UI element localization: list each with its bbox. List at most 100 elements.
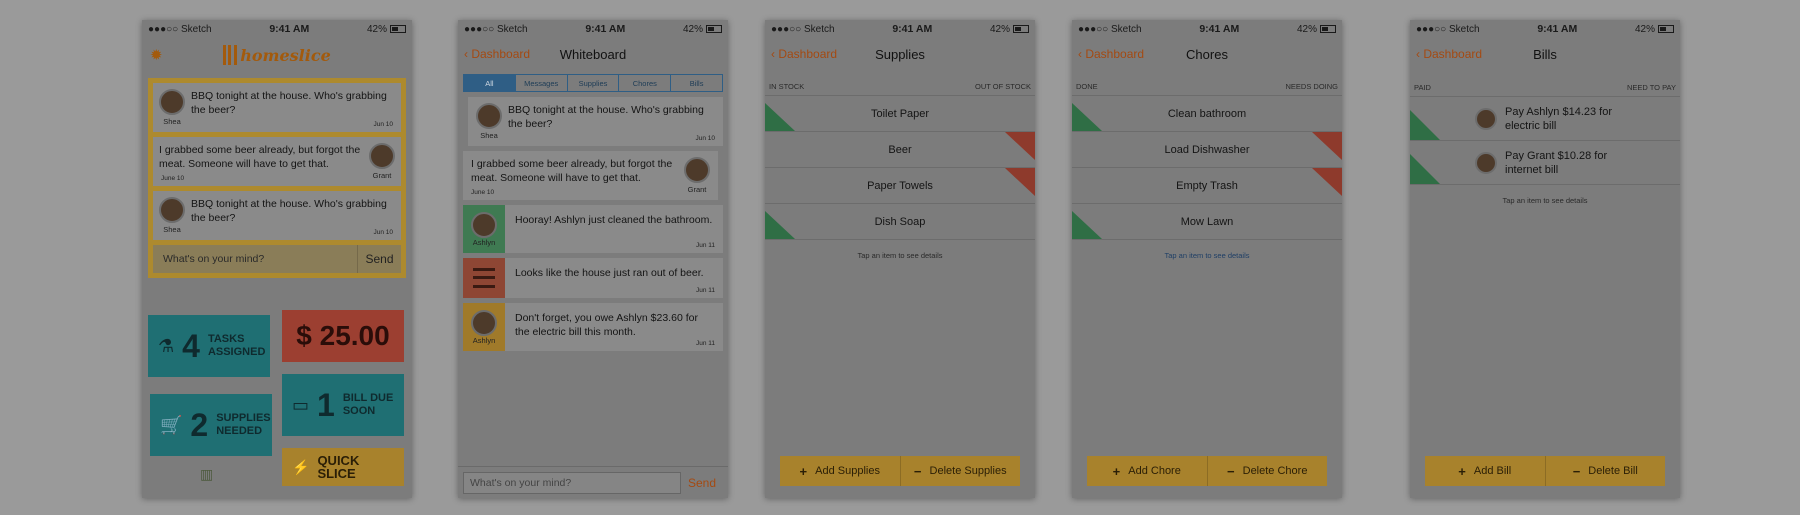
- send-button[interactable]: Send: [681, 476, 723, 490]
- status-bar: ●●●○○ Sketch 9:41 AM 42%: [1072, 20, 1342, 38]
- message-text: I grabbed some beer already, but forgot …: [159, 144, 361, 170]
- message-date: Jun 10: [373, 121, 393, 128]
- done-marker: [1072, 211, 1102, 239]
- paid-marker: [1410, 154, 1440, 184]
- author-name: Shea: [480, 131, 498, 140]
- bill-label: BILL DUE: [342, 392, 394, 404]
- bill-count: 1: [317, 386, 335, 423]
- done-header: DONE: [1076, 82, 1098, 91]
- bill-tile[interactable]: ▭ 1 BILL DUE SOON: [282, 374, 404, 436]
- home-nav: ✹ homeslice: [142, 38, 412, 72]
- nav-bar: ‹ Dashboard Chores: [1072, 38, 1342, 70]
- needs-doing-marker: [1312, 168, 1342, 196]
- carrier: ●●●○○ Sketch: [1078, 23, 1142, 35]
- feed-card[interactable]: Shea BBQ tonight at the house. Who's gra…: [153, 191, 401, 240]
- hint-link[interactable]: Tap an item to see details: [1072, 251, 1342, 260]
- feed-card[interactable]: Shea BBQ tonight at the house. Who's gra…: [153, 83, 401, 132]
- out-of-stock-marker: [1005, 168, 1035, 196]
- minus-icon: −: [1572, 463, 1581, 479]
- delete-bill-button[interactable]: − Delete Bill: [1546, 456, 1666, 486]
- message-date: Jun 11: [695, 287, 715, 294]
- avatar: [684, 157, 710, 183]
- list-header: PAID NEED TO PAY: [1410, 79, 1680, 97]
- supplies-tile[interactable]: 🛒 2 SUPPLIES NEEDED: [150, 394, 272, 456]
- back-button[interactable]: ‹ Dashboard: [771, 47, 837, 61]
- list-item[interactable]: Toilet Paper: [765, 96, 1035, 132]
- item-label: Paper Towels: [867, 179, 933, 192]
- list-item[interactable]: Ashlyn Don't forget, you owe Ashlyn $23.…: [463, 303, 723, 351]
- add-supplies-button[interactable]: + Add Supplies: [780, 456, 901, 486]
- back-button[interactable]: ‹ Dashboard: [464, 47, 530, 61]
- battery-icon: [389, 25, 406, 33]
- needs-doing-marker: [1312, 132, 1342, 160]
- supplies-label-2: NEEDED: [216, 425, 263, 437]
- list-item[interactable]: Pay Grant $10.28 for internet bill: [1410, 141, 1680, 185]
- chores-screen: ●●●○○ Sketch 9:41 AM 42% ‹ Dashboard Cho…: [1072, 20, 1342, 498]
- nav-bar: ‹ Dashboard Bills: [1410, 38, 1680, 70]
- home-screen: ●●●○○ Sketch 9:41 AM 42% ✹ homeslice She…: [142, 20, 412, 498]
- list-item[interactable]: Mow Lawn: [1072, 204, 1342, 240]
- list-header: DONE NEEDS DOING: [1072, 78, 1342, 96]
- back-button[interactable]: ‹ Dashboard: [1416, 47, 1482, 61]
- back-label: Dashboard: [778, 47, 838, 61]
- list-item[interactable]: Shea BBQ tonight at the house. Who's gra…: [468, 97, 723, 146]
- tasks-tile[interactable]: ⚗ 4 TASKS ASSIGNED: [148, 315, 270, 377]
- battery-percent: 42%: [1296, 23, 1317, 35]
- list-item[interactable]: I grabbed some beer already, but forgot …: [463, 151, 718, 200]
- delete-label: Delete Chore: [1242, 465, 1308, 477]
- status-bar: ●●●○○ Sketch 9:41 AM 42%: [1410, 20, 1680, 38]
- gear-icon[interactable]: ✹: [150, 46, 163, 64]
- list-item[interactable]: Paper Towels: [765, 168, 1035, 204]
- money-tile[interactable]: $ 25.00: [282, 310, 404, 362]
- flask-icon: ⚗: [158, 335, 175, 356]
- carrier: ●●●○○ Sketch: [771, 23, 835, 35]
- message-text: BBQ tonight at the house. Who's grabbing…: [191, 90, 387, 116]
- back-button[interactable]: ‹ Dashboard: [1078, 47, 1144, 61]
- list-item[interactable]: Looks like the house just ran out of bee…: [463, 258, 723, 298]
- compose-input[interactable]: What's on your mind?: [153, 253, 357, 265]
- message-text: Looks like the house just ran out of bee…: [515, 267, 704, 279]
- minus-icon: −: [1227, 463, 1235, 479]
- clock: 9:41 AM: [585, 23, 626, 35]
- list-item[interactable]: Empty Trash: [1072, 168, 1342, 204]
- send-button[interactable]: Send: [357, 245, 401, 273]
- delete-chore-button[interactable]: − Delete Chore: [1208, 456, 1328, 486]
- list-header: IN STOCK OUT OF STOCK: [765, 78, 1035, 96]
- list-item[interactable]: Beer: [765, 132, 1035, 168]
- quick-slice-button[interactable]: ⚡ QUICK SLICE: [282, 448, 404, 486]
- house-logo-icon: [223, 45, 238, 65]
- add-chore-button[interactable]: + Add Chore: [1087, 456, 1208, 486]
- bills-screen: ●●●○○ Sketch 9:41 AM 42% ‹ Dashboard Bil…: [1410, 20, 1680, 498]
- list-item[interactable]: Load Dishwasher: [1072, 132, 1342, 168]
- message-text: Don't forget, you owe Ashlyn $23.60 for …: [515, 312, 698, 338]
- avatar: [159, 89, 185, 115]
- delete-supplies-button[interactable]: − Delete Supplies: [901, 456, 1021, 486]
- logo: homeslice: [223, 45, 331, 65]
- battery-percent: 42%: [1634, 23, 1655, 35]
- tab-all[interactable]: All: [464, 75, 516, 91]
- tab-bills[interactable]: Bills: [671, 75, 722, 91]
- status-bar: ●●●○○ Sketch 9:41 AM 42%: [142, 20, 412, 38]
- list-item[interactable]: Pay Ashlyn $14.23 for electric bill: [1410, 97, 1680, 141]
- feed-card[interactable]: I grabbed some beer already, but forgot …: [153, 137, 401, 186]
- add-label: Add Supplies: [815, 465, 880, 477]
- compose-input[interactable]: What's on your mind?: [463, 471, 681, 494]
- message-text: BBQ tonight at the house. Who's grabbing…: [191, 198, 387, 224]
- tab-messages[interactable]: Messages: [516, 75, 568, 91]
- tab-chores[interactable]: Chores: [619, 75, 672, 91]
- list-item[interactable]: Ashlyn Hooray! Ashlyn just cleaned the b…: [463, 205, 723, 253]
- out-of-stock-header: OUT OF STOCK: [975, 82, 1031, 91]
- item-label: Mow Lawn: [1180, 215, 1234, 228]
- add-bill-button[interactable]: + Add Bill: [1425, 456, 1546, 486]
- quick-slice-label: QUICK SLICE: [317, 453, 360, 481]
- list-item[interactable]: Clean bathroom: [1072, 96, 1342, 132]
- item-label: Load Dishwasher: [1164, 143, 1250, 156]
- back-label: Dashboard: [471, 47, 531, 61]
- tab-supplies[interactable]: Supplies: [568, 75, 620, 91]
- message-date: June 10: [471, 189, 495, 196]
- list-item[interactable]: Dish Soap: [765, 204, 1035, 240]
- plus-icon: +: [1458, 463, 1466, 479]
- whiteboard-screen: ●●●○○ Sketch 9:41 AM 42% ‹ Dashboard Whi…: [458, 20, 728, 498]
- bill-text: Pay Grant $10.28 for internet bill: [1505, 149, 1608, 176]
- needs-doing-header: NEEDS DOING: [1285, 82, 1338, 91]
